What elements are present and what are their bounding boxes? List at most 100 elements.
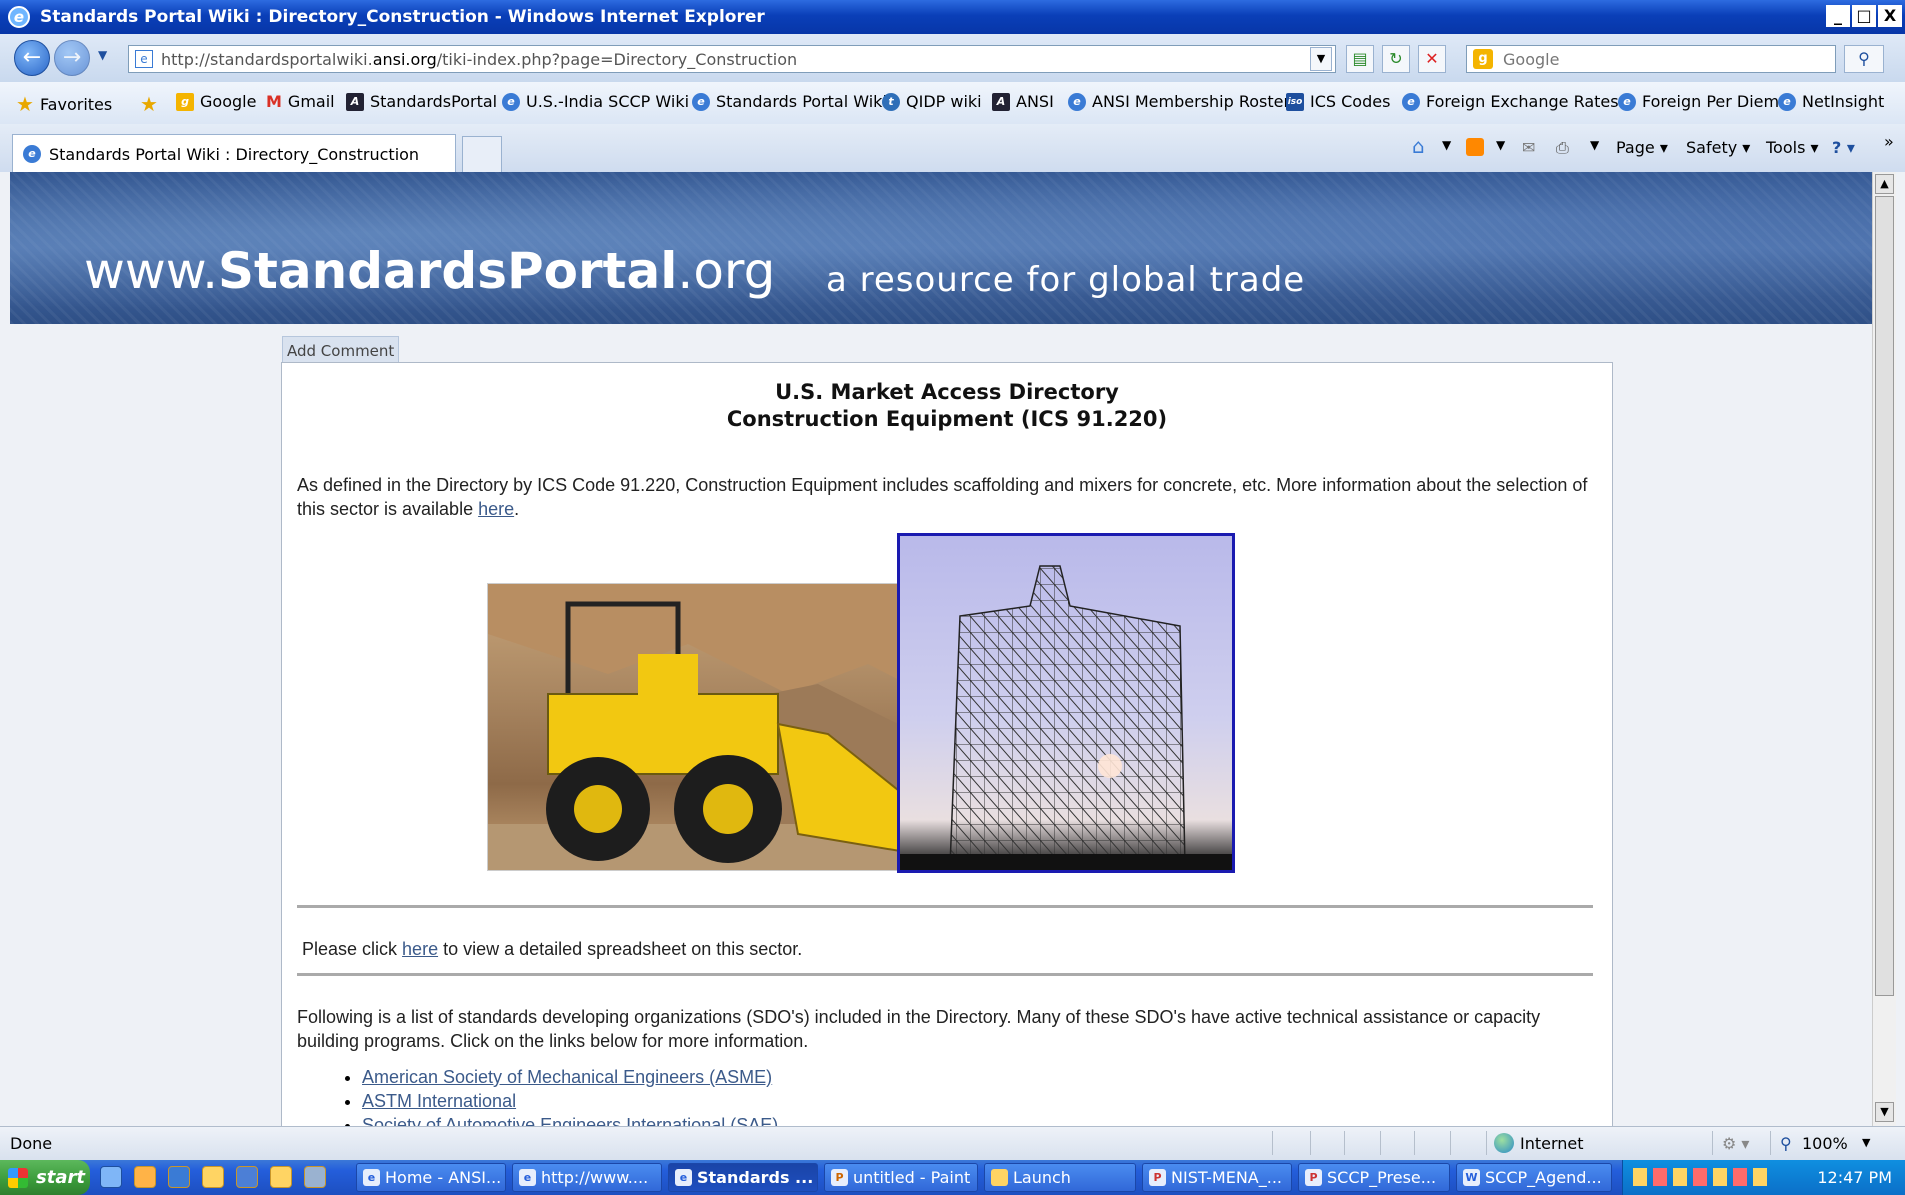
taskbar-item-launch[interactable]: Launch	[984, 1163, 1136, 1192]
sdo-link-sae[interactable]: Society of Automotive Engineers Internat…	[362, 1115, 778, 1126]
start-button[interactable]: start	[0, 1160, 90, 1195]
close-button[interactable]: X	[1878, 5, 1902, 27]
ie-page-icon: e	[1618, 92, 1636, 111]
page-icon: e	[135, 50, 153, 68]
print-dropdown-icon[interactable]: ▼	[1590, 138, 1599, 152]
quicklaunch-outlook-icon[interactable]	[134, 1166, 156, 1188]
safety-menu[interactable]: Safety ▾	[1686, 138, 1750, 157]
system-clock: 12:47 PM	[1817, 1168, 1892, 1187]
minimize-button[interactable]: _	[1826, 5, 1850, 27]
sdo-list: American Society of Mechanical Engineers…	[342, 1065, 778, 1126]
favorite-ansi-membership-roster[interactable]: e ANSI Membership Roster	[1068, 92, 1290, 111]
vertical-scrollbar[interactable]: ▲ ▼	[1872, 172, 1896, 1126]
favorites-star-icon: ★	[16, 92, 34, 116]
favorite-standards-portal-wiki[interactable]: e Standards Portal Wiki	[692, 92, 887, 111]
favorite-qidp-wiki[interactable]: t QIDP wiki	[882, 92, 982, 111]
wiki-content: U.S. Market Access Directory Constructio…	[281, 362, 1613, 1126]
taskbar-item-standards-portal[interactable]: e Standards ...	[668, 1163, 818, 1192]
internet-globe-icon	[1494, 1133, 1514, 1153]
feeds-icon[interactable]	[1466, 138, 1484, 156]
ie-page-icon: e	[692, 92, 710, 111]
spreadsheet-link[interactable]: here	[402, 939, 438, 959]
windows-flag-icon	[8, 1168, 28, 1188]
search-input[interactable]: g Google	[1466, 45, 1836, 73]
address-bar[interactable]: e http://standardsportalwiki.ansi.org/ti…	[128, 45, 1336, 73]
feeds-dropdown-icon[interactable]: ▼	[1496, 138, 1505, 152]
address-url: http://standardsportalwiki.ansi.org/tiki…	[161, 50, 798, 69]
address-dropdown-icon[interactable]: ▼	[1310, 47, 1332, 71]
taskbar-item-sccp-presentation[interactable]: P SCCP_Prese...	[1298, 1163, 1450, 1192]
favorite-us-india-sccp-wiki[interactable]: e U.S.-India SCCP Wiki	[502, 92, 689, 111]
help-menu[interactable]: ? ▾	[1832, 138, 1855, 157]
taskbar-item-sccp-agenda[interactable]: W SCCP_Agend...	[1456, 1163, 1612, 1192]
site-banner: www.StandardsPortal.org a resource for g…	[10, 172, 1882, 324]
taskbar-item-http[interactable]: e http://www....	[512, 1163, 662, 1192]
more-commands-icon[interactable]: »	[1884, 132, 1894, 151]
status-text: Done	[10, 1134, 53, 1153]
quicklaunch-word-icon[interactable]	[236, 1166, 258, 1188]
list-item: American Society of Mechanical Engineers…	[362, 1065, 778, 1089]
add-favorite-icon[interactable]: ★	[140, 92, 158, 116]
favorite-ansi[interactable]: A ANSI	[992, 92, 1054, 111]
quicklaunch-desktop-icon[interactable]	[100, 1166, 122, 1188]
home-icon[interactable]: ⌂	[1412, 134, 1425, 158]
zoom-dropdown-icon[interactable]: ▼	[1862, 1136, 1870, 1149]
new-tab-button[interactable]	[462, 136, 502, 172]
list-item: Society of Automotive Engineers Internat…	[362, 1113, 778, 1126]
sdo-link-asme[interactable]: American Society of Mechanical Engineers…	[362, 1067, 772, 1087]
taskbar-item-paint[interactable]: Puntitled - Paint	[824, 1163, 978, 1192]
protected-mode-icon[interactable]: ⚙ ▾	[1722, 1134, 1749, 1153]
quicklaunch-media-icon[interactable]	[304, 1166, 326, 1188]
refresh-icon[interactable]: ↻	[1382, 45, 1410, 73]
scroll-up-icon[interactable]: ▲	[1875, 174, 1894, 194]
favorite-foreign-exchange-rates[interactable]: e Foreign Exchange Rates	[1402, 92, 1619, 111]
quicklaunch-folder-icon[interactable]	[202, 1166, 224, 1188]
page-menu[interactable]: Page ▾	[1616, 138, 1668, 157]
iso-icon: iso	[1286, 92, 1304, 111]
scroll-down-icon[interactable]: ▼	[1875, 1102, 1894, 1122]
favorite-standardsportal[interactable]: A StandardsPortal	[346, 92, 497, 111]
compatibility-view-icon[interactable]: ▤	[1346, 45, 1374, 73]
zoom-level[interactable]: 100%	[1802, 1134, 1848, 1153]
print-icon[interactable]: ⎙	[1556, 138, 1569, 158]
recent-pages-dropdown-icon[interactable]: ▼	[98, 48, 107, 62]
ie-page-icon: e	[1402, 92, 1420, 111]
tab-standards-portal-wiki[interactable]: e Standards Portal Wiki : Directory_Cons…	[12, 134, 456, 172]
favorite-foreign-per-diem[interactable]: e Foreign Per Diem	[1618, 92, 1779, 111]
favorite-netinsight[interactable]: e NetInsight	[1778, 92, 1884, 111]
stop-icon[interactable]: ✕	[1418, 45, 1446, 73]
taskbar-item-home-ansi[interactable]: e Home - ANSI...	[356, 1163, 506, 1192]
divider	[297, 905, 1593, 908]
page-viewport: www.StandardsPortal.org a resource for g…	[10, 172, 1882, 1126]
favorite-google[interactable]: g Google	[176, 92, 256, 111]
taskbar-item-nist-mena[interactable]: P NIST-MENA_...	[1142, 1163, 1292, 1192]
site-tagline: a resource for global trade	[826, 260, 1306, 300]
favorites-bar: ★ Favorites ★ g Google M Gmail A StandardsPo…	[0, 82, 1905, 124]
page-title: U.S. Market Access Directory Constructio…	[726, 380, 1168, 431]
back-button[interactable]: ←	[14, 40, 50, 76]
divider	[297, 973, 1593, 976]
tab-bar: e Standards Portal Wiki : Directory_Cons…	[0, 124, 1905, 172]
favorite-gmail[interactable]: M Gmail	[266, 92, 335, 111]
forward-button[interactable]: →	[54, 40, 90, 76]
add-comment-tab[interactable]: Add Comment	[282, 336, 400, 363]
sdo-paragraph: Following is a list of standards develop…	[297, 1007, 1541, 1051]
tray-icons[interactable]	[1633, 1168, 1773, 1186]
ansi-icon: A	[346, 92, 364, 111]
home-dropdown-icon[interactable]: ▼	[1442, 138, 1451, 152]
favorite-ics-codes[interactable]: iso ICS Codes	[1286, 92, 1390, 111]
quicklaunch-ie-icon[interactable]	[168, 1166, 190, 1188]
search-go-icon[interactable]: ⚲	[1844, 45, 1884, 73]
scroll-thumb[interactable]	[1875, 196, 1894, 996]
intro-paragraph: As defined in the Directory by ICS Code …	[297, 475, 1588, 519]
favorites-button[interactable]: ★ Favorites	[16, 92, 112, 116]
maximize-button[interactable]: □	[1852, 5, 1876, 27]
ie-logo-icon: e	[8, 6, 30, 28]
tools-menu[interactable]: Tools ▾	[1766, 138, 1819, 157]
sdo-link-astm[interactable]: ASTM International	[362, 1091, 516, 1111]
address-toolbar: ← → ▼ e http://standardsportalwiki.ansi.…	[0, 34, 1905, 82]
sector-info-link[interactable]: here	[478, 499, 514, 519]
read-mail-icon[interactable]: ✉	[1522, 138, 1535, 157]
quicklaunch-explorer-icon[interactable]	[270, 1166, 292, 1188]
zoom-icon: ⚲	[1780, 1134, 1792, 1153]
